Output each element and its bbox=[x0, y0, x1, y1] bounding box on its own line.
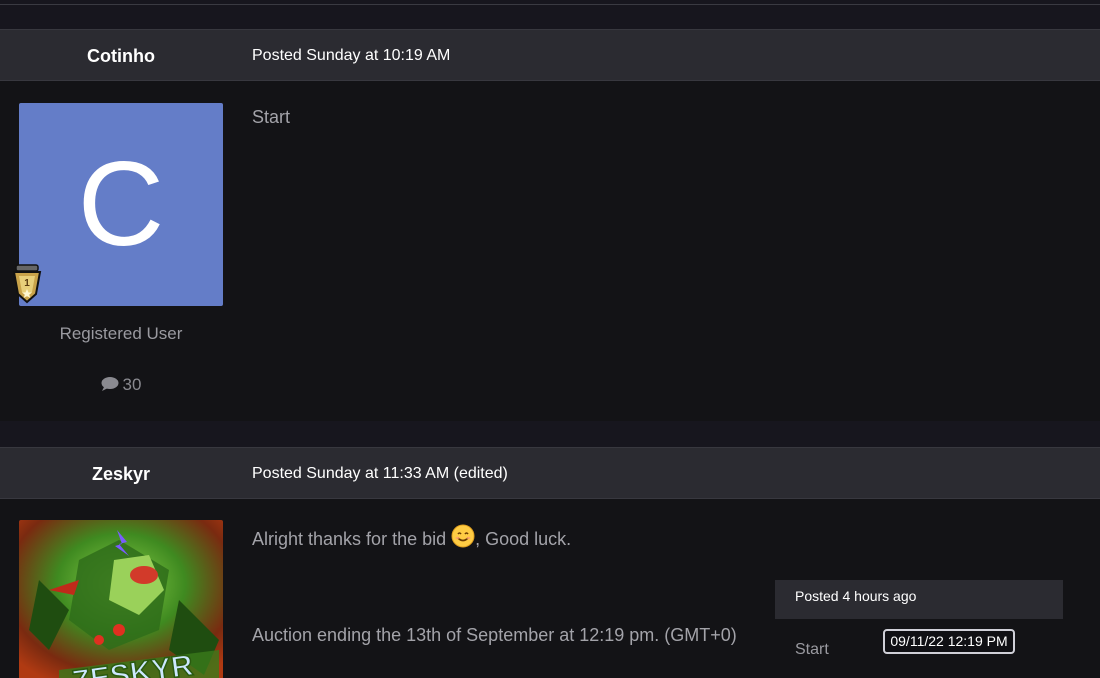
post-header: Cotinho Posted Sunday at 10:19 AM bbox=[0, 29, 1100, 81]
username-link[interactable]: Cotinho bbox=[0, 30, 242, 82]
badge-number: 1 bbox=[24, 278, 30, 289]
post-header: Zeskyr Posted Sunday at 11:33 AM (edited… bbox=[0, 447, 1100, 499]
tooltip-header: Posted 4 hours ago bbox=[775, 580, 1063, 619]
post-count[interactable]: 30 bbox=[0, 375, 242, 395]
divider bbox=[0, 4, 1100, 5]
smile-emoji-icon bbox=[451, 524, 475, 548]
avatar-image: ZESKYR bbox=[19, 520, 223, 678]
tooltip-timestamp: 09/11/22 12:19 PM bbox=[883, 629, 1015, 654]
post-preview-tooltip: Posted 4 hours ago Start 09/11/22 12:19 … bbox=[775, 580, 1063, 678]
user-role: Registered User bbox=[59, 324, 183, 343]
tooltip-label: Start bbox=[795, 641, 829, 658]
post-separator bbox=[0, 423, 1100, 447]
post-count-value: 30 bbox=[122, 375, 142, 394]
post-timestamp[interactable]: Posted Sunday at 10:19 AM bbox=[252, 30, 450, 82]
post-content-line1: Alright thanks for the bid , Good luck. bbox=[252, 524, 571, 550]
post-timestamp[interactable]: Posted Sunday at 11:33 AM (edited) bbox=[252, 448, 508, 500]
avatar[interactable]: C bbox=[19, 103, 223, 306]
post-cotinho: Cotinho Posted Sunday at 10:19 AM C 1 Re… bbox=[0, 29, 1100, 423]
post-content: Start bbox=[252, 107, 291, 127]
avatar[interactable]: ZESKYR bbox=[19, 520, 223, 678]
content-text: , Good luck. bbox=[475, 529, 572, 549]
post-body: C 1 Registered User 30 Start bbox=[0, 81, 1100, 421]
rank-badge-icon: 1 bbox=[12, 264, 42, 304]
post-content-line2: Auction ending the 13th of September at … bbox=[252, 625, 737, 645]
username-link[interactable]: Zeskyr bbox=[0, 448, 242, 500]
comment-icon bbox=[101, 377, 119, 391]
forum-thread: Cotinho Posted Sunday at 10:19 AM C 1 Re… bbox=[0, 0, 1100, 678]
content-text: Alright thanks for the bid bbox=[252, 529, 452, 549]
